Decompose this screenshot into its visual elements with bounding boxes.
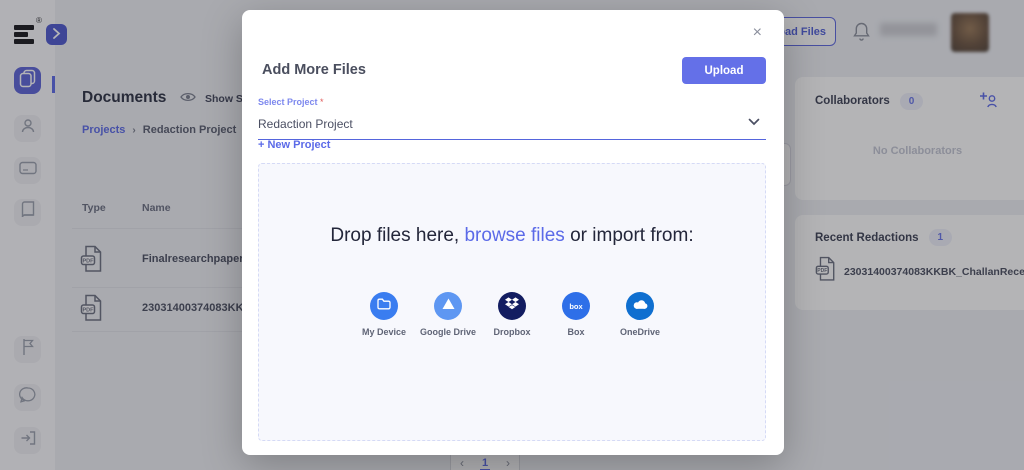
app-screen: ® Documents Show St Projects › bbox=[0, 0, 1024, 470]
dropzone-text: Drop files here, browse files or import … bbox=[259, 222, 765, 249]
provider-label: Google Drive bbox=[420, 327, 476, 337]
dropzone-text-after: or import from: bbox=[565, 225, 694, 246]
file-dropzone[interactable]: Drop files here, browse files or import … bbox=[258, 163, 766, 441]
provider-onedrive[interactable]: OneDrive bbox=[608, 292, 672, 337]
add-more-files-modal: × Add More Files Upload Select Project *… bbox=[242, 10, 784, 455]
provider-dropbox[interactable]: Dropbox bbox=[480, 292, 544, 337]
provider-label: Dropbox bbox=[494, 327, 531, 337]
provider-label: My Device bbox=[362, 327, 406, 337]
import-providers: My Device Google Drive Dropbox box Box O… bbox=[259, 292, 765, 337]
provider-label: Box bbox=[567, 327, 584, 337]
drive-triangle-icon bbox=[442, 297, 455, 315]
new-project-link[interactable]: + New Project bbox=[258, 139, 330, 151]
provider-label: OneDrive bbox=[620, 327, 660, 337]
folder-icon bbox=[377, 297, 391, 315]
select-project-dropdown[interactable]: Select Project * Redaction Project bbox=[258, 92, 766, 140]
provider-google-drive[interactable]: Google Drive bbox=[416, 292, 480, 337]
dropbox-icon bbox=[505, 297, 519, 315]
browse-files-link[interactable]: browse files bbox=[464, 225, 564, 246]
box-icon: box bbox=[569, 302, 582, 311]
select-project-label: Select Project bbox=[258, 97, 320, 107]
required-mark: * bbox=[320, 97, 324, 107]
provider-my-device[interactable]: My Device bbox=[352, 292, 416, 337]
onedrive-cloud-icon bbox=[632, 297, 648, 315]
provider-box[interactable]: box Box bbox=[544, 292, 608, 337]
close-icon[interactable]: × bbox=[753, 24, 762, 42]
modal-title: Add More Files bbox=[262, 62, 366, 78]
chevron-down-icon bbox=[748, 113, 760, 131]
dropzone-text-before: Drop files here, bbox=[330, 225, 464, 246]
select-project-value: Redaction Project bbox=[258, 117, 766, 131]
upload-button[interactable]: Upload bbox=[682, 57, 766, 84]
